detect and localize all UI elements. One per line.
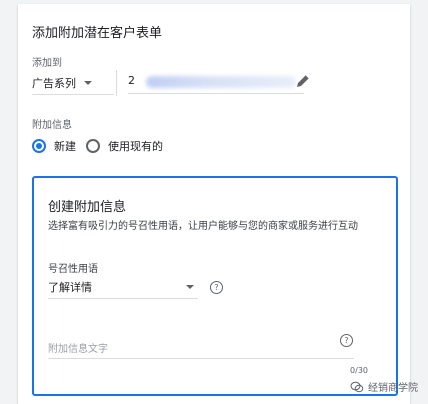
extension-text-placeholder: 附加信息文字	[48, 344, 108, 355]
character-counter: 0/30	[350, 366, 368, 375]
dropdown-arrow-icon	[84, 81, 92, 85]
scope-dropdown[interactable]: 广告系列	[32, 72, 114, 95]
divider	[116, 70, 117, 96]
extension-info-label: 附加信息	[32, 120, 72, 131]
redacted-target-name	[146, 76, 296, 88]
panel-description: 选择富有吸引力的号召性用语，让用户能够与您的商家或服务进行互动	[48, 221, 358, 232]
add-to-label: 添加到	[32, 58, 62, 69]
cta-label: 号召性用语	[48, 264, 98, 275]
extension-text-input[interactable]: 附加信息文字	[48, 336, 354, 359]
help-icon[interactable]: ?	[340, 334, 353, 347]
scope-dropdown-value: 广告系列	[32, 77, 76, 90]
radio-new[interactable]	[32, 139, 46, 153]
watermark: 经销商学院	[350, 379, 418, 394]
lead-form-extension-card: 添加附加潜在客户表单 添加到 广告系列 2 附加信息 新建 使用现有的 创建附加…	[18, 4, 410, 404]
wechat-logo-icon	[350, 381, 364, 392]
panel-title: 创建附加信息	[48, 200, 127, 215]
target-underline	[128, 93, 304, 94]
target-selector[interactable]: 2	[128, 72, 310, 94]
radio-existing[interactable]	[86, 139, 100, 153]
radio-new-label[interactable]: 新建	[54, 138, 76, 154]
create-extension-panel: 创建附加信息 选择富有吸引力的号召性用语，让用户能够与您的商家或服务进行互动 号…	[32, 176, 398, 396]
dropdown-arrow-icon	[186, 285, 194, 289]
watermark-text: 经销商学院	[368, 383, 418, 394]
pencil-edit-icon[interactable]	[294, 72, 312, 90]
radio-existing-label[interactable]: 使用现有的	[108, 138, 163, 154]
target-value: 2	[128, 74, 135, 87]
form-title: 添加附加潜在客户表单	[32, 26, 163, 41]
extension-mode-radio-group: 新建 使用现有的	[32, 136, 173, 156]
help-icon[interactable]: ?	[210, 281, 223, 294]
cta-dropdown-value: 了解详情	[48, 281, 92, 294]
cta-dropdown[interactable]: 了解详情	[48, 276, 198, 299]
